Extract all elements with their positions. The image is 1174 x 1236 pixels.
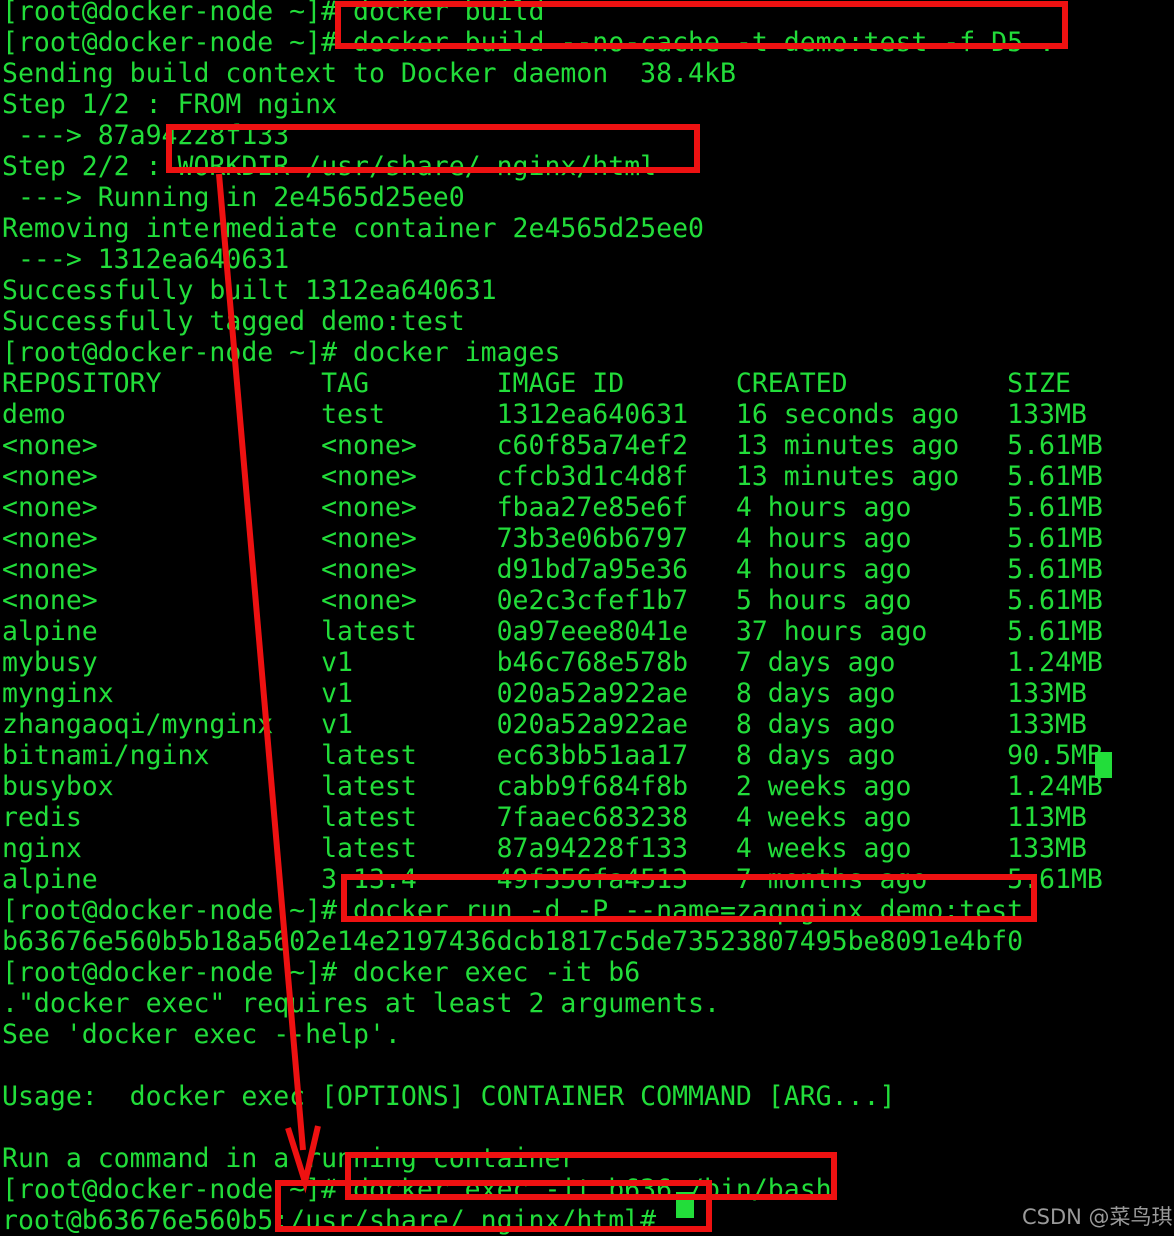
terminal-line: bitnami/nginx latest ec63bb51aa17 8 days… xyxy=(2,740,1103,771)
terminal-line: [root@docker-node ~]# docker images xyxy=(2,337,561,368)
terminal-line: [root@docker-node ~]# docker build xyxy=(2,0,545,27)
terminal-line: b63676e560b5b18a5602e14e2197436dcb1817c5… xyxy=(2,926,1024,957)
terminal-line: [root@docker-node ~]# docker exec -it b6… xyxy=(2,1174,832,1205)
terminal-line: <none> <none> d91bd7a95e36 4 hours ago 5… xyxy=(2,554,1103,585)
terminal-line: Usage: docker exec [OPTIONS] CONTAINER C… xyxy=(2,1081,896,1112)
terminal-line: mybusy v1 b46c768e578b 7 days ago 1.24MB xyxy=(2,647,1103,678)
terminal-line: <none> <none> c60f85a74ef2 13 minutes ag… xyxy=(2,430,1103,461)
terminal-line: busybox latest cabb9f684f8b 2 weeks ago … xyxy=(2,771,1103,802)
terminal-line: [root@docker-node ~]# docker exec -it b6 xyxy=(2,957,641,988)
terminal-line: REPOSITORY TAG IMAGE ID CREATED SIZE xyxy=(2,368,1071,399)
terminal-line: <none> <none> cfcb3d1c4d8f 13 minutes ag… xyxy=(2,461,1103,492)
terminal-line: root@b63676e560b5:/usr/share/ nginx/html… xyxy=(2,1205,673,1236)
terminal-line: Successfully built 1312ea640631 xyxy=(2,275,497,306)
terminal-cursor-active xyxy=(676,1192,694,1218)
terminal-line: Step 2/2 : WORKDIR /usr/share/ nginx/htm… xyxy=(2,151,657,182)
terminal-line: ---> 87a94228f133 xyxy=(2,120,290,151)
terminal-cursor-scrollback xyxy=(1095,752,1112,778)
terminal-line: <none> <none> 0e2c3cfef1b7 5 hours ago 5… xyxy=(2,585,1103,616)
terminal-line: Step 1/2 : FROM nginx xyxy=(2,89,338,120)
terminal-line: ---> 1312ea640631 xyxy=(2,244,290,275)
terminal-line: [root@docker-node ~]# docker run -d -P -… xyxy=(2,895,1024,926)
terminal-line: demo test 1312ea640631 16 seconds ago 13… xyxy=(2,399,1087,430)
csdn-watermark: CSDN @菜鸟琪 xyxy=(1022,1205,1173,1229)
terminal-line: mynginx v1 020a52a922ae 8 days ago 133MB xyxy=(2,678,1087,709)
terminal-line: redis latest 7faaec683238 4 weeks ago 11… xyxy=(2,802,1087,833)
terminal-line: Run a command in a running container xyxy=(2,1143,577,1174)
terminal-line: alpine 3.13.4 49f356fa4513 7 months ago … xyxy=(2,864,1103,895)
terminal-line: <none> <none> fbaa27e85e6f 4 hours ago 5… xyxy=(2,492,1103,523)
terminal-line: See 'docker exec --help'. xyxy=(2,1019,401,1050)
terminal-line: Sending build context to Docker daemon 3… xyxy=(2,58,736,89)
terminal-line: ---> Running in 2e4565d25ee0 xyxy=(2,182,465,213)
terminal-line: Removing intermediate container 2e4565d2… xyxy=(2,213,704,244)
terminal-window[interactable]: [root@docker-node ~]# docker build [root@… xyxy=(0,0,1174,1236)
terminal-line: zhangaoqi/mynginx v1 020a52a922ae 8 days… xyxy=(2,709,1087,740)
terminal-line: <none> <none> 73b3e06b6797 4 hours ago 5… xyxy=(2,523,1103,554)
terminal-line: ."docker exec" requires at least 2 argum… xyxy=(2,988,720,1019)
terminal-line: Successfully tagged demo:test xyxy=(2,306,465,337)
terminal-line: [root@docker-node ~]# docker build --no-… xyxy=(2,27,1055,58)
terminal-line: alpine latest 0a97eee8041e 37 hours ago … xyxy=(2,616,1103,647)
terminal-line: nginx latest 87a94228f133 4 weeks ago 13… xyxy=(2,833,1087,864)
